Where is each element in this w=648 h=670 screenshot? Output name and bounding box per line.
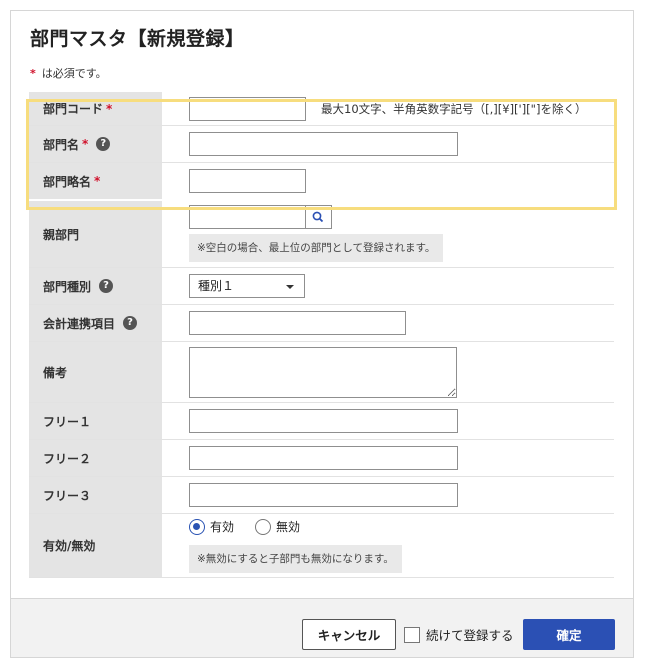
- help-icon[interactable]: ?: [99, 279, 114, 293]
- required-mark: *: [106, 101, 113, 116]
- required-note-text: は必須です。: [41, 67, 107, 80]
- required-mark: *: [82, 137, 89, 151]
- free1-input[interactable]: [189, 409, 458, 433]
- row-parent-dept: 親部門 ※空白の場合、最上位の部門として登録されます。: [29, 201, 614, 268]
- row-remarks: 備考: [29, 342, 614, 403]
- parent-dept-input[interactable]: [189, 205, 306, 229]
- row-status: 有効/無効 有効 無効 ※無効にすると子部門も無効になります。: [29, 514, 614, 578]
- row-accounting-item: 会計連携項目?: [29, 305, 614, 342]
- continue-register-label: 続けて登録する: [426, 628, 514, 643]
- dept-code-label: 部門コード *: [29, 92, 162, 125]
- free2-input[interactable]: [189, 446, 458, 470]
- required-mark: *: [30, 67, 36, 80]
- row-free1: フリー１: [29, 403, 614, 440]
- remarks-textarea[interactable]: [189, 347, 457, 398]
- row-dept-name: 部門名 *?: [29, 126, 614, 163]
- free2-label: フリー２: [29, 440, 162, 476]
- dept-code-hint: 最大10文字、半角英数字記号（[,][¥][']["]を除く）: [321, 102, 587, 116]
- dept-code-input[interactable]: [189, 97, 306, 121]
- dept-code-label-text: 部門コード: [43, 102, 104, 116]
- dept-short-label-text: 部門略名: [43, 174, 92, 189]
- dept-name-input[interactable]: [189, 132, 458, 156]
- row-free3: フリー３: [29, 477, 614, 514]
- form-footer: キャンセル 続けて登録する 確定: [10, 598, 634, 658]
- page-title: 部門マスタ【新規登録】: [30, 28, 245, 50]
- status-label-text: 有効/無効: [43, 539, 96, 553]
- row-free2: フリー２: [29, 440, 614, 477]
- remarks-label-text: 備考: [43, 365, 68, 380]
- row-dept-type: 部門種別? 種別１: [29, 268, 614, 305]
- accounting-item-label: 会計連携項目?: [29, 305, 162, 341]
- status-radio-inactive[interactable]: 無効: [255, 518, 300, 535]
- search-icon: [312, 211, 324, 223]
- status-option-inactive: 無効: [276, 520, 301, 534]
- row-dept-code: 部門コード * 最大10文字、半角英数字記号（[,][¥][']["]を除く）: [29, 92, 614, 126]
- continue-register-checkbox[interactable]: 続けて登録する: [404, 625, 514, 644]
- dept-type-selected: 種別１: [198, 279, 235, 293]
- free1-label-text: フリー１: [43, 414, 92, 429]
- dept-type-select[interactable]: 種別１: [189, 274, 305, 298]
- parent-dept-label-text: 親部門: [43, 227, 80, 242]
- dept-type-label: 部門種別?: [29, 268, 162, 304]
- parent-dept-note: ※空白の場合、最上位の部門として登録されます。: [189, 234, 444, 262]
- accounting-item-input[interactable]: [189, 311, 406, 335]
- chevron-down-icon: [286, 285, 294, 289]
- dept-short-label: 部門略名 *: [29, 163, 162, 199]
- status-label: 有効/無効: [29, 514, 162, 577]
- help-icon[interactable]: ?: [96, 137, 111, 151]
- remarks-label: 備考: [29, 342, 162, 402]
- status-note: ※無効にすると子部門も無効になります。: [189, 545, 402, 573]
- free3-label-text: フリー３: [43, 488, 92, 503]
- parent-dept-label: 親部門: [29, 201, 162, 267]
- checkbox-icon: [404, 626, 420, 643]
- required-note: * は必須です。: [30, 65, 107, 81]
- status-option-active: 有効: [210, 520, 235, 534]
- form-panel: 部門マスタ【新規登録】 * は必須です。 部門コード * 最大10文字、半角英数字記…: [10, 10, 634, 658]
- dept-name-label-text: 部門名: [43, 137, 80, 152]
- free1-label: フリー１: [29, 403, 162, 439]
- required-mark: *: [94, 174, 101, 188]
- dept-name-label: 部門名 *?: [29, 126, 162, 162]
- help-icon[interactable]: ?: [123, 316, 138, 330]
- radio-checked-icon: [189, 518, 205, 535]
- dept-type-label-text: 部門種別: [43, 279, 92, 294]
- radio-unchecked-icon: [255, 518, 271, 535]
- parent-dept-search-button[interactable]: [306, 205, 332, 229]
- status-radio-active[interactable]: 有効: [189, 518, 234, 535]
- free2-label-text: フリー２: [43, 451, 92, 466]
- free3-label: フリー３: [29, 477, 162, 513]
- row-dept-short: 部門略名 *: [29, 163, 614, 199]
- confirm-button[interactable]: 確定: [523, 619, 615, 650]
- accounting-item-label-text: 会計連携項目: [43, 316, 116, 331]
- dept-short-input[interactable]: [189, 169, 306, 193]
- free3-input[interactable]: [189, 483, 458, 507]
- cancel-button[interactable]: キャンセル: [302, 619, 396, 650]
